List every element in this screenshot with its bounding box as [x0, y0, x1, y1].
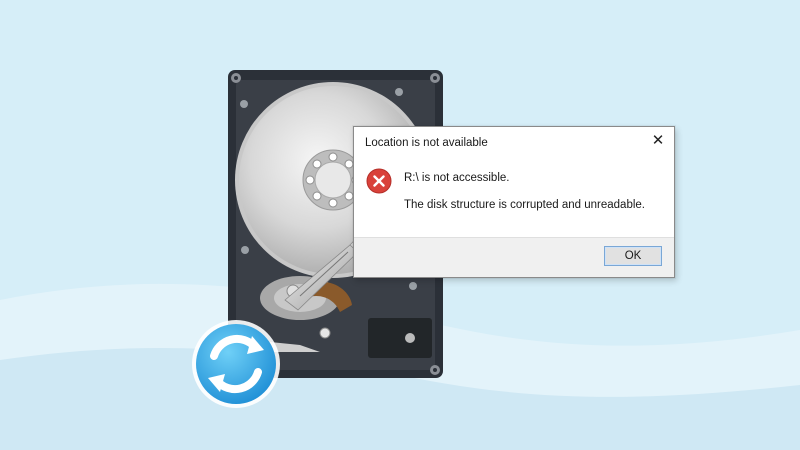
error-dialog: Location is not available ✕ R:\ is not a…	[353, 126, 675, 278]
ok-button[interactable]: OK	[604, 246, 662, 266]
dialog-titlebar[interactable]: Location is not available ✕	[354, 127, 674, 155]
close-icon[interactable]: ✕	[648, 132, 668, 150]
error-message-secondary: The disk structure is corrupted and unre…	[404, 199, 645, 211]
error-icon	[366, 168, 392, 194]
dialog-title: Location is not available	[365, 137, 488, 149]
error-message-primary: R:\ is not accessible.	[404, 172, 510, 184]
dialog-footer: OK	[354, 237, 674, 277]
dialog-body: R:\ is not accessible. The disk structur…	[354, 155, 674, 239]
